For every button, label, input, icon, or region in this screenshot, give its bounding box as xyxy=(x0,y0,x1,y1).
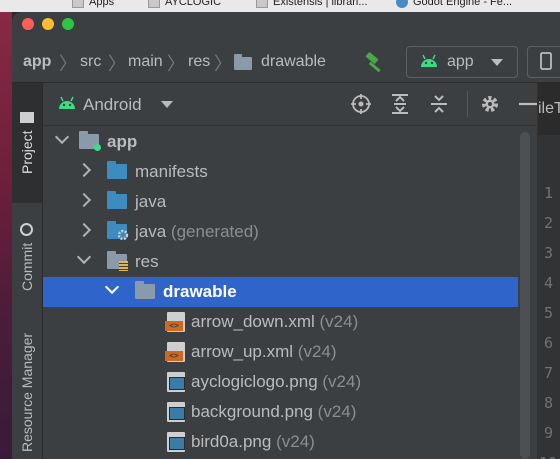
window-controls xyxy=(22,18,74,30)
tree-item-java-generated[interactable]: java (generated) xyxy=(43,217,518,247)
chevron-down-icon xyxy=(491,59,503,66)
editor-tab[interactable]: ileT xyxy=(538,100,560,118)
breadcrumb-src[interactable]: src xyxy=(80,53,101,71)
chevron-down-icon[interactable] xyxy=(54,129,70,145)
locate-icon[interactable] xyxy=(350,93,372,115)
android-icon xyxy=(59,96,75,109)
tree-item-file[interactable]: ayclogiclogo.png (v24) xyxy=(43,367,518,397)
tab-project[interactable]: Project xyxy=(12,83,42,203)
tool-window-strip: Project Commit Resource Manager xyxy=(12,83,43,459)
gear-icon[interactable] xyxy=(479,93,501,115)
folder-icon xyxy=(20,111,34,123)
device-selector-button[interactable] xyxy=(527,46,560,78)
project-tree: app manifests java java (generated) res … xyxy=(43,126,536,459)
browser-bookmarks-bar: Apps AYCLOGIC Existensis | librari... Go… xyxy=(0,0,560,12)
xml-file-icon: <> xyxy=(165,342,185,362)
breadcrumb-separator: 〉 xyxy=(59,54,77,74)
godot-icon xyxy=(396,0,408,9)
chevron-right-icon[interactable] xyxy=(76,162,92,178)
breadcrumb-app[interactable]: app xyxy=(23,53,51,71)
hammer-icon[interactable] xyxy=(364,52,386,74)
editor-area: ileT 1 2 3 4 5 6 7 8 9 10 xyxy=(537,83,560,459)
tab-resource-manager[interactable]: Resource Manager xyxy=(12,317,42,459)
project-view-selector[interactable]: Android xyxy=(83,95,142,115)
breadcrumb-separator: 〉 xyxy=(108,54,126,74)
tree-item-app[interactable]: app xyxy=(43,127,518,157)
gear-icon xyxy=(117,229,129,241)
minimize-window-button[interactable] xyxy=(42,18,54,30)
tree-item-file[interactable]: bird0a.png (v24) xyxy=(43,427,518,457)
line-number: 1 xyxy=(544,184,554,202)
navigation-bar: app 〉 src 〉 main 〉 res 〉 drawable app xyxy=(12,42,560,83)
tree-item-file[interactable]: <> arrow_down.xml (v24) xyxy=(43,307,518,337)
line-number: 9 xyxy=(544,424,554,442)
image-file-icon xyxy=(167,372,185,392)
toolbar-divider xyxy=(467,91,468,117)
page-icon xyxy=(256,0,268,9)
expand-all-icon[interactable] xyxy=(389,93,411,115)
line-number: 2 xyxy=(544,214,554,232)
line-number: 7 xyxy=(544,364,554,382)
run-configuration-dropdown[interactable]: app xyxy=(406,46,518,78)
xml-file-icon: <> xyxy=(165,312,185,332)
line-number: 8 xyxy=(544,394,554,412)
page-icon xyxy=(148,0,160,9)
tree-item-res[interactable]: res xyxy=(43,247,518,277)
bookmark-existensis[interactable]: Existensis | librari... xyxy=(256,0,368,9)
close-window-button[interactable] xyxy=(22,18,34,30)
desktop-background xyxy=(0,0,12,459)
tree-item-java[interactable]: java xyxy=(43,187,518,217)
image-file-icon xyxy=(167,402,185,422)
project-panel-header: Android xyxy=(43,83,539,126)
line-number-gutter: 1 2 3 4 5 6 7 8 9 10 xyxy=(538,135,560,459)
breadcrumb-separator: 〉 xyxy=(214,54,232,74)
folder-icon xyxy=(135,281,155,299)
chevron-down-icon[interactable] xyxy=(104,279,120,295)
chevron-right-icon[interactable] xyxy=(76,222,92,238)
line-number: 5 xyxy=(544,304,554,322)
chevron-down-icon[interactable] xyxy=(161,101,173,108)
zoom-window-button[interactable] xyxy=(62,18,74,30)
tree-item-drawable[interactable]: drawable xyxy=(43,277,518,307)
collapse-all-icon[interactable] xyxy=(428,93,450,115)
folder-icon xyxy=(234,54,252,70)
image-file-icon xyxy=(167,432,185,452)
line-number: 3 xyxy=(544,244,554,262)
tab-commit[interactable]: Commit xyxy=(12,207,42,307)
tree-scrollbar[interactable] xyxy=(520,132,530,459)
resource-badge-icon xyxy=(119,261,128,271)
folder-icon xyxy=(107,161,127,179)
apps-icon xyxy=(72,0,84,9)
bookmark-godot[interactable]: Godot Engine - Fe... xyxy=(396,0,512,9)
breadcrumb-separator: 〉 xyxy=(167,54,185,74)
breadcrumb-res[interactable]: res xyxy=(188,53,210,71)
line-number: 4 xyxy=(544,274,554,292)
hide-icon[interactable] xyxy=(517,93,539,115)
breadcrumb-main[interactable]: main xyxy=(128,53,163,71)
tree-item-file[interactable]: background.png (v24) xyxy=(43,397,518,427)
breadcrumb-drawable[interactable]: drawable xyxy=(261,53,326,71)
commit-icon xyxy=(20,223,34,237)
bookmark-apps[interactable]: Apps xyxy=(72,0,114,9)
tree-item-file[interactable]: <> arrow_up.xml (v24) xyxy=(43,337,518,367)
chevron-right-icon[interactable] xyxy=(76,192,92,208)
folder-icon xyxy=(107,191,127,209)
bookmark-ayclogic[interactable]: AYCLOGIC xyxy=(148,0,221,9)
ide-window: app 〉 src 〉 main 〉 res 〉 drawable app Pr… xyxy=(12,12,560,459)
android-icon xyxy=(421,54,437,67)
line-number: 6 xyxy=(544,334,554,352)
run-configuration-label: app xyxy=(447,53,474,70)
module-status-dot xyxy=(94,144,101,151)
tree-item-manifests[interactable]: manifests xyxy=(43,157,518,187)
chevron-down-icon[interactable] xyxy=(76,249,92,265)
phone-icon xyxy=(540,52,552,70)
line-number: 10 xyxy=(539,454,557,459)
